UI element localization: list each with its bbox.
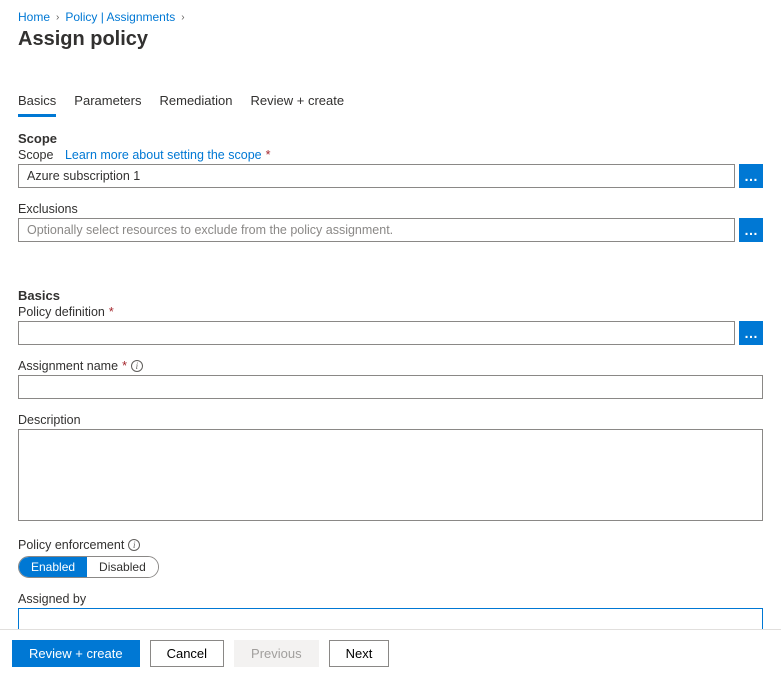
required-indicator: *: [122, 359, 127, 373]
tab-review[interactable]: Review + create: [251, 89, 345, 117]
tab-parameters[interactable]: Parameters: [74, 89, 141, 117]
chevron-right-icon: ›: [181, 12, 184, 23]
policy-definition-input[interactable]: [18, 321, 735, 345]
breadcrumb-home[interactable]: Home: [18, 10, 50, 24]
review-create-button[interactable]: Review + create: [12, 640, 140, 667]
chevron-right-icon: ›: [56, 12, 59, 23]
required-indicator: *: [109, 305, 114, 319]
enforcement-enabled[interactable]: Enabled: [19, 557, 87, 577]
assigned-by-label: Assigned by: [18, 592, 86, 606]
description-label: Description: [18, 413, 81, 427]
required-indicator: *: [266, 148, 271, 162]
next-button[interactable]: Next: [329, 640, 390, 667]
breadcrumb: Home › Policy | Assignments ›: [18, 10, 763, 24]
enforcement-disabled[interactable]: Disabled: [87, 557, 158, 577]
policy-definition-picker-button[interactable]: …: [739, 321, 763, 345]
learn-more-scope-link[interactable]: Learn more about setting the scope: [65, 148, 262, 162]
exclusions-input[interactable]: [18, 218, 735, 242]
previous-button: Previous: [234, 640, 319, 667]
tab-remediation[interactable]: Remediation: [160, 89, 233, 117]
tab-basics[interactable]: Basics: [18, 89, 56, 117]
footer: Review + create Cancel Previous Next: [0, 629, 781, 677]
policy-enforcement-label: Policy enforcement: [18, 538, 124, 552]
exclusions-label: Exclusions: [18, 202, 78, 216]
policy-definition-label: Policy definition: [18, 305, 105, 319]
assignment-name-label: Assignment name: [18, 359, 118, 373]
scope-input[interactable]: [18, 164, 735, 188]
scope-picker-button[interactable]: …: [739, 164, 763, 188]
assignment-name-input[interactable]: [18, 375, 763, 399]
cancel-button[interactable]: Cancel: [150, 640, 224, 667]
scope-label: Scope: [18, 148, 53, 162]
tabs: Basics Parameters Remediation Review + c…: [18, 89, 763, 117]
scope-section-title: Scope: [18, 131, 763, 146]
page-title: Assign policy: [18, 28, 763, 51]
info-icon: i: [131, 360, 143, 372]
breadcrumb-policy[interactable]: Policy | Assignments: [65, 10, 175, 24]
info-icon: i: [128, 539, 140, 551]
description-textarea[interactable]: [18, 429, 763, 521]
exclusions-picker-button[interactable]: …: [739, 218, 763, 242]
enforcement-toggle: Enabled Disabled: [18, 556, 159, 578]
basics-section-title: Basics: [18, 288, 763, 303]
